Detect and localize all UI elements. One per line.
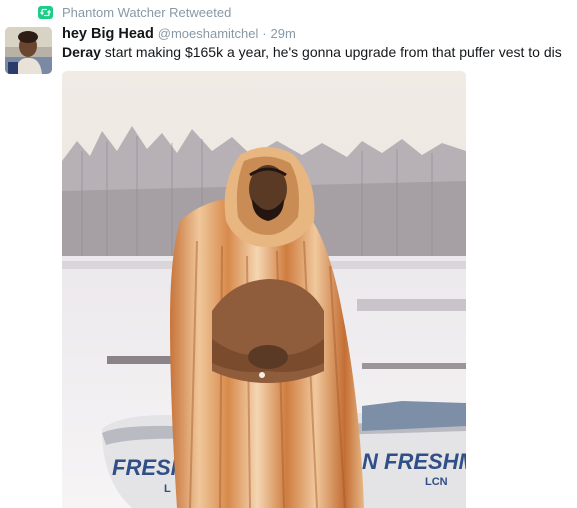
retweet-context: Phantom Watcher Retweeted <box>38 3 231 21</box>
tweet-mention[interactable]: Deray <box>62 44 101 60</box>
tweet-photo[interactable]: FRESHM N FRESHMEN L LCN <box>62 71 466 508</box>
boat-sublettering-right: LCN <box>425 476 448 488</box>
boat-sublettering-left: L <box>164 483 171 495</box>
tweet-body: start making $165k a year, he's gonna up… <box>100 44 562 60</box>
author-handle[interactable]: @moeshamitchel <box>158 26 259 41</box>
tweet-timestamp[interactable]: 29m <box>271 26 296 41</box>
author-name[interactable]: hey Big Head <box>62 26 154 42</box>
meta-separator: · <box>262 26 267 41</box>
tweet-header: hey Big Head @moeshamitchel · 29m <box>62 24 296 43</box>
tweet-text: Deray start making $165k a year, he's go… <box>62 43 562 61</box>
retweeted-by-text[interactable]: Phantom Watcher Retweeted <box>62 5 231 20</box>
retweet-icon <box>38 5 53 19</box>
boat-lettering-right: N FRESHMEN <box>362 449 466 474</box>
avatar[interactable] <box>5 27 52 74</box>
photo-content: FRESHM N FRESHMEN L LCN <box>62 71 466 508</box>
